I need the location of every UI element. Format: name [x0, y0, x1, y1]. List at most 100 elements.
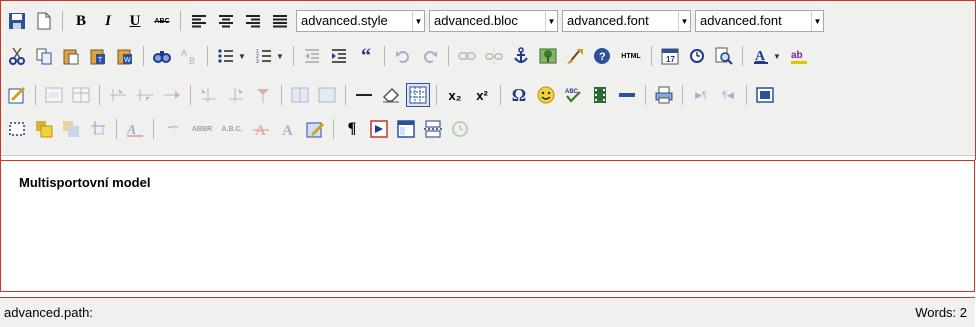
italic-button[interactable]: I	[97, 10, 119, 32]
svg-text:A: A	[282, 123, 293, 137]
emoticon-icon[interactable]	[535, 84, 557, 106]
paste-text-icon[interactable]: T	[87, 45, 109, 67]
fullscreen-icon[interactable]	[754, 84, 776, 106]
align-right-icon[interactable]	[242, 10, 264, 32]
redo-icon[interactable]	[419, 45, 441, 67]
separator	[742, 46, 743, 66]
new-document-icon[interactable]	[33, 10, 55, 32]
editor-toolbar: B I U ABC advanced.style ▼ advanced.bloc ▼…	[0, 0, 976, 156]
insert-row-before-icon[interactable]	[107, 84, 129, 106]
anchor-icon[interactable]	[510, 45, 532, 67]
image-icon[interactable]	[537, 45, 559, 67]
bullet-list-icon[interactable]	[215, 45, 237, 67]
acronym-button[interactable]: A.B.C.	[219, 118, 245, 140]
text-color-icon[interactable]: A	[750, 45, 772, 67]
preview-icon[interactable]	[713, 45, 735, 67]
paste-icon[interactable]	[60, 45, 82, 67]
find-icon[interactable]	[151, 45, 173, 67]
align-justify-icon[interactable]	[269, 10, 291, 32]
link-icon[interactable]	[456, 45, 478, 67]
non-breaking-icon[interactable]	[368, 118, 390, 140]
subscript-button[interactable]: x₂	[444, 84, 466, 106]
restore-draft-icon[interactable]	[449, 118, 471, 140]
html-source-button[interactable]: HTML	[618, 45, 644, 67]
unlink-icon[interactable]	[483, 45, 505, 67]
insert-media-icon[interactable]	[589, 84, 611, 106]
template-icon[interactable]	[395, 118, 417, 140]
deletion-icon[interactable]: A	[250, 118, 272, 140]
separator	[500, 85, 501, 105]
separator	[436, 85, 437, 105]
split-cells-icon[interactable]	[289, 84, 311, 106]
merge-cells-icon[interactable]	[316, 84, 338, 106]
ltr-icon[interactable]: ▶¶	[690, 84, 712, 106]
strikethrough-button[interactable]: ABC	[151, 10, 173, 32]
insert-layer-icon[interactable]	[43, 84, 65, 106]
undo-icon[interactable]	[392, 45, 414, 67]
font-size-select[interactable]: advanced.font ▼	[695, 10, 824, 32]
save-icon[interactable]	[6, 10, 28, 32]
font-family-select[interactable]: advanced.font ▼	[562, 10, 691, 32]
bold-button[interactable]: B	[70, 10, 92, 32]
cut-icon[interactable]	[6, 45, 28, 67]
spellcheck-icon[interactable]: ABC	[562, 84, 584, 106]
replace-icon[interactable]: AB	[178, 45, 200, 67]
absolute-position-icon[interactable]	[87, 118, 109, 140]
page-break-icon[interactable]	[422, 118, 444, 140]
chevron-down-icon[interactable]: ▼	[238, 52, 248, 61]
insert-row-after-icon[interactable]	[134, 84, 156, 106]
insert-date-icon[interactable]: 17	[659, 45, 681, 67]
delete-column-icon[interactable]	[252, 84, 274, 106]
toolbar-row-2: T W AB ▼ 123 ▼ “ ? HTML 17 A ▼ ab	[6, 41, 815, 71]
cleanup-icon[interactable]	[564, 45, 586, 67]
abbreviation-button[interactable]: ABBR	[190, 118, 214, 140]
align-center-icon[interactable]	[215, 10, 237, 32]
chevron-down-icon: ▼	[412, 11, 424, 31]
table-properties-icon[interactable]	[70, 84, 92, 106]
attributes-icon[interactable]	[304, 118, 326, 140]
chevron-down-icon[interactable]: ▼	[276, 52, 286, 61]
insert-layer-icon[interactable]	[33, 118, 55, 140]
cite-button[interactable]: “””	[161, 118, 185, 140]
outdent-icon[interactable]	[301, 45, 323, 67]
insert-column-after-icon[interactable]	[225, 84, 247, 106]
font-select-value: advanced.font	[567, 13, 649, 28]
insert-column-before-icon[interactable]	[198, 84, 220, 106]
delete-row-icon[interactable]	[161, 84, 183, 106]
separator	[207, 46, 208, 66]
insertion-icon[interactable]: A	[277, 118, 299, 140]
styleprops-icon[interactable]: A	[124, 118, 146, 140]
rich-text-editor: B I U ABC advanced.style ▼ advanced.bloc ▼…	[0, 0, 976, 327]
edit-styles-icon[interactable]	[6, 84, 28, 106]
special-character-button[interactable]: Ω	[508, 84, 530, 106]
paste-word-icon[interactable]: W	[114, 45, 136, 67]
underline-button[interactable]: U	[124, 10, 146, 32]
advanced-hr-icon[interactable]	[616, 84, 638, 106]
move-backward-icon[interactable]	[60, 118, 82, 140]
select-all-icon[interactable]	[6, 118, 28, 140]
insert-time-icon[interactable]	[686, 45, 708, 67]
indent-icon[interactable]	[328, 45, 350, 67]
copy-icon[interactable]	[33, 45, 55, 67]
rtl-icon[interactable]: ¶◀	[717, 84, 739, 106]
visual-chars-button[interactable]: ¶	[341, 118, 363, 140]
horizontal-rule-icon[interactable]	[353, 84, 375, 106]
visual-aid-icon[interactable]	[406, 83, 430, 107]
background-color-icon[interactable]: ab	[788, 45, 810, 67]
separator	[448, 46, 449, 66]
separator	[180, 11, 181, 31]
numbered-list-icon[interactable]: 123	[253, 45, 275, 67]
editor-content-area[interactable]: Multisportovní model	[0, 160, 975, 292]
block-format-select[interactable]: advanced.bloc ▼	[429, 10, 558, 32]
superscript-button[interactable]: x²	[471, 84, 493, 106]
align-left-icon[interactable]	[188, 10, 210, 32]
help-icon[interactable]: ?	[591, 45, 613, 67]
chevron-down-icon[interactable]: ▼	[773, 52, 783, 61]
style-select[interactable]: advanced.style ▼	[296, 10, 425, 32]
blockquote-icon[interactable]: “	[355, 45, 377, 67]
separator	[281, 85, 282, 105]
print-icon[interactable]	[653, 84, 675, 106]
separator	[651, 46, 652, 66]
remove-format-icon[interactable]	[380, 84, 402, 106]
content-paragraph[interactable]: Multisportovní model	[19, 175, 974, 190]
